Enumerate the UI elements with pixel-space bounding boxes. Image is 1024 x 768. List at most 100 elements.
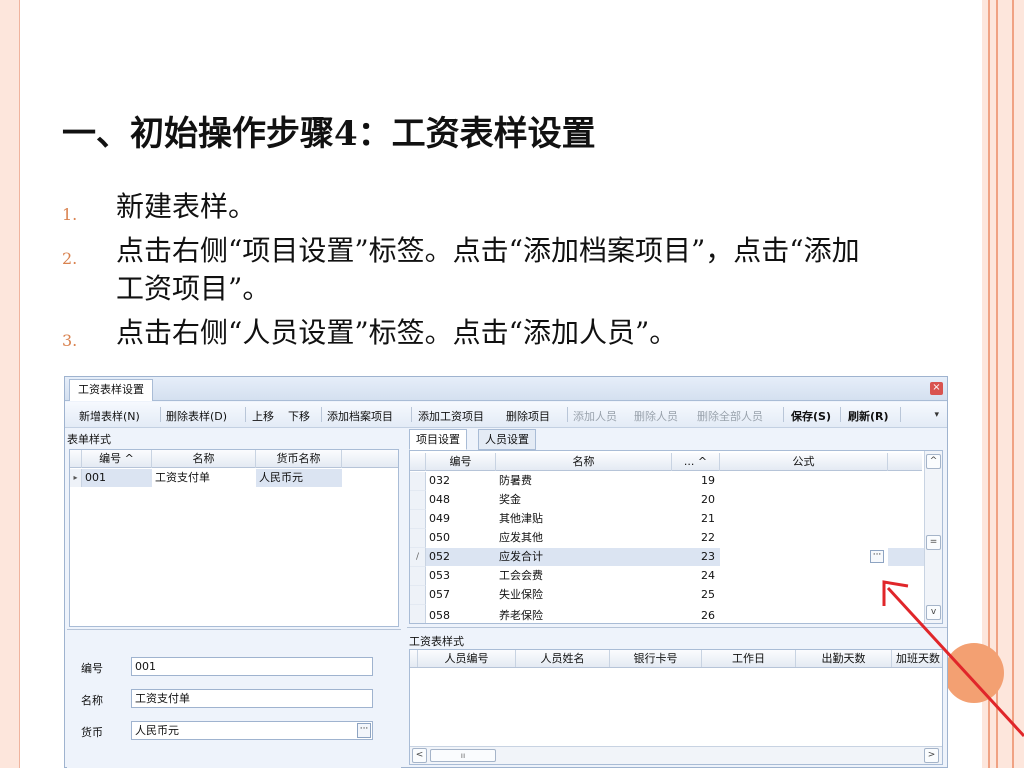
delete-all-persons-button[interactable]: 删除全部人员 [697, 408, 763, 424]
cell-item-name: 失业保险 [499, 588, 543, 601]
row-pointer-icon: ▸ [70, 469, 82, 487]
cell-formula[interactable] [720, 510, 888, 528]
cell-item-order: 24 [701, 569, 715, 582]
document-tab-bar: 工资表样设置 × [65, 377, 947, 401]
close-icon[interactable]: × [930, 382, 943, 395]
cell-currency: 人民币元 [256, 469, 342, 487]
column-header-formula[interactable]: 公式 [720, 453, 888, 471]
cell-no: 001 [82, 469, 152, 487]
toolbar-overflow-icon[interactable]: ▾ [934, 410, 939, 420]
tab-item-settings[interactable]: 项目设置 [409, 429, 467, 450]
template-grid: 编号 ^ 名称 货币名称 ▸ 001 工资支付单 人民币元 [69, 449, 399, 627]
cell-item-name: 应发合计 [499, 550, 543, 563]
cell-item-name: 其他津贴 [499, 512, 543, 525]
template-detail-form: 编号 001 名称 工资支付单 货币 人民币元 ··· [67, 629, 401, 768]
salary-item-grid: 编号 名称 ... ^ 公式 032 防暑费 19 048 奖金 20 049 … [409, 450, 943, 624]
cell-formula[interactable] [720, 586, 888, 604]
cell-item-order: 23 [701, 550, 715, 563]
column-header-currency[interactable]: 货币名称 [256, 450, 342, 468]
table-row[interactable]: 058 养老保险 26 [410, 605, 926, 623]
table-row[interactable]: 050 应发其他 22 [410, 529, 926, 548]
cell-item-order: 22 [701, 531, 715, 544]
table-row-selected[interactable]: / 052 应发合计 23 ··· [410, 548, 926, 567]
column-header-workdays[interactable]: 工作日 [702, 650, 796, 667]
tab-salary-template-settings[interactable]: 工资表样设置 [69, 379, 153, 401]
table-row[interactable]: ▸ 001 工资支付单 人民币元 [70, 469, 398, 487]
step-text: 点击右侧“人员设置”标签。点击“添加人员”。 [116, 316, 678, 349]
person-grid-header: 人员编号 人员姓名 银行卡号 工作日 出勤天数 加班天数 [410, 650, 942, 668]
cell-item-name: 养老保险 [499, 609, 543, 622]
move-up-button[interactable]: 上移 [252, 408, 274, 424]
currency-value: 人民币元 [135, 724, 179, 737]
cell-item-order: 20 [701, 493, 715, 506]
table-row[interactable]: 048 奖金 20 [410, 491, 926, 510]
template-no-label: 编号 [81, 662, 103, 675]
cell-formula[interactable] [720, 491, 888, 509]
horizontal-scroll-thumb[interactable]: ıı [430, 749, 496, 762]
column-header-item-order[interactable]: ... ^ [672, 453, 720, 471]
scroll-thumb[interactable]: = [926, 535, 941, 550]
step-item-2: 2. 点击右侧“项目设置”标签。点击“添加档案项目”，点击“添加工资项目”。 [62, 232, 862, 308]
cell-formula[interactable] [720, 567, 888, 585]
column-header-person-name[interactable]: 人员姓名 [516, 650, 610, 667]
column-header-person-no[interactable]: 人员编号 [418, 650, 516, 667]
table-row[interactable]: 049 其他津贴 21 [410, 510, 926, 529]
cell-item-no: 052 [429, 550, 450, 563]
delete-template-button[interactable]: 删除表样(D) [166, 408, 227, 424]
cell-item-name: 工会会费 [499, 569, 543, 582]
column-header-no[interactable]: 编号 ^ [82, 450, 152, 468]
scroll-left-icon[interactable]: < [412, 748, 427, 763]
template-name-input[interactable]: 工资支付单 [131, 689, 373, 708]
cell-item-no: 053 [429, 569, 450, 582]
currency-label: 货币 [81, 726, 103, 739]
delete-item-button[interactable]: 删除项目 [506, 408, 550, 424]
step-number: 2. [62, 249, 78, 268]
template-name-label: 名称 [81, 694, 103, 707]
salary-item-grid-header: 编号 名称 ... ^ 公式 [410, 453, 922, 471]
annotation-arrow [882, 580, 1024, 738]
salary-table-style-title: 工资表样式 [409, 635, 464, 648]
horizontal-scrollbar[interactable]: < ıı > [410, 746, 942, 764]
template-no-input[interactable]: 001 [131, 657, 373, 676]
cell-formula[interactable] [720, 529, 888, 547]
row-edit-icon: / [410, 548, 426, 567]
save-button[interactable]: 保存(S) [791, 408, 831, 424]
column-header-name[interactable]: 名称 [152, 450, 256, 468]
salary-template-window: 工资表样设置 × 新增表样(N) 删除表样(D) 上移 下移 添加档案项目 添加… [64, 376, 948, 768]
cell-name: 工资支付单 [152, 469, 256, 487]
cell-item-no: 032 [429, 474, 450, 487]
cell-item-order: 19 [701, 474, 715, 487]
delete-person-button[interactable]: 删除人员 [634, 408, 678, 424]
template-grid-header: 编号 ^ 名称 货币名称 [70, 450, 398, 468]
add-person-button[interactable]: 添加人员 [573, 408, 617, 424]
cell-item-no: 050 [429, 531, 450, 544]
add-archive-item-button[interactable]: 添加档案项目 [327, 408, 393, 424]
step-text: 点击右侧“项目设置”标签。点击“添加档案项目”，点击“添加工资项目”。 [116, 234, 860, 305]
column-header-item-name[interactable]: 名称 [496, 453, 672, 471]
refresh-button[interactable]: 刷新(R) [848, 408, 889, 424]
slide-title: 一、初始操作步骤4：工资表样设置 [62, 114, 596, 154]
toolbar: 新增表样(N) 删除表样(D) 上移 下移 添加档案项目 添加工资项目 删除项目… [65, 402, 947, 428]
cell-item-no: 049 [429, 512, 450, 525]
new-template-button[interactable]: 新增表样(N) [79, 408, 140, 424]
step-list: 1. 新建表样。 2. 点击右侧“项目设置”标签。点击“添加档案项目”，点击“添… [62, 188, 922, 358]
add-salary-item-button[interactable]: 添加工资项目 [418, 408, 484, 424]
step-item-1: 1. 新建表样。 [62, 188, 922, 226]
table-row[interactable]: 032 防暑费 19 [410, 472, 926, 491]
table-row[interactable]: 057 失业保险 25 [410, 586, 926, 605]
scroll-right-icon[interactable]: > [924, 748, 939, 763]
cell-item-order: 25 [701, 588, 715, 601]
table-row[interactable]: 053 工会会费 24 [410, 567, 926, 586]
ellipsis-icon[interactable]: ··· [357, 723, 371, 738]
move-down-button[interactable]: 下移 [288, 408, 310, 424]
template-list-pane: 表单样式 编号 ^ 名称 货币名称 ▸ 001 工资支付单 人民币元 编号 00… [65, 429, 403, 768]
step-number: 3. [62, 331, 78, 350]
cell-formula[interactable] [720, 472, 888, 490]
formula-input[interactable] [720, 548, 888, 566]
column-header-bank-card[interactable]: 银行卡号 [610, 650, 702, 667]
scroll-up-icon[interactable]: ^ [926, 454, 941, 469]
cell-item-order: 26 [701, 609, 715, 622]
column-header-item-no[interactable]: 编号 [426, 453, 496, 471]
tab-person-settings[interactable]: 人员设置 [478, 429, 536, 450]
currency-select[interactable]: 人民币元 ··· [131, 721, 373, 740]
